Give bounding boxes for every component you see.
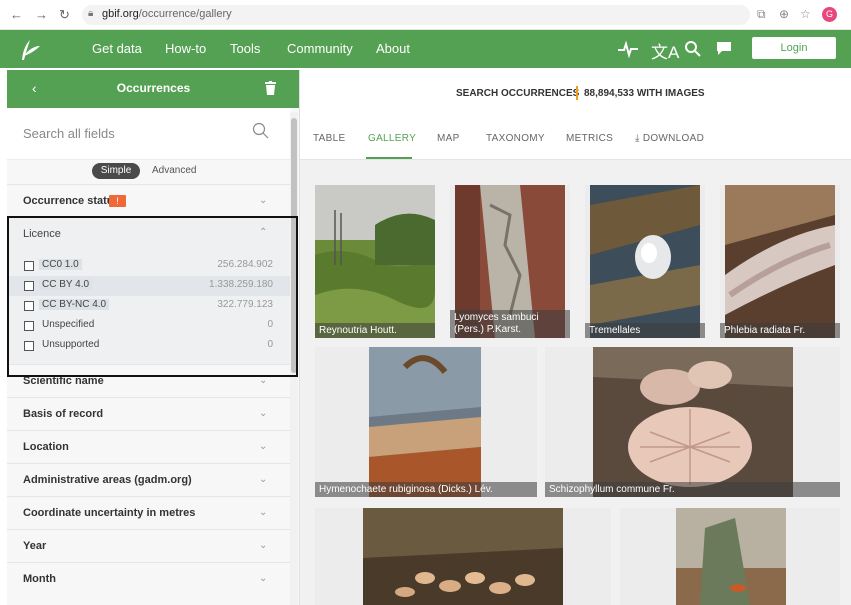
active-tab-indicator: [366, 157, 412, 159]
chevron-down-icon: ⌄: [259, 195, 268, 206]
tab-metrics[interactable]: METRICS: [566, 133, 613, 144]
nav-about[interactable]: About: [376, 41, 410, 56]
nav-get-data[interactable]: Get data: [92, 41, 142, 56]
gallery-image[interactable]: [315, 508, 611, 605]
highlight-annotation: [7, 216, 298, 377]
tab-map[interactable]: MAP: [437, 133, 460, 144]
facet-label: Occurrence status: [23, 195, 120, 207]
gbif-logo-icon[interactable]: [18, 36, 42, 62]
view-tabs: TABLE GALLERY MAP TAXONOMY METRICS ⤓ DOW…: [300, 120, 851, 160]
gallery-image[interactable]: [620, 508, 840, 605]
summary-divider: [576, 86, 578, 100]
split-gill-photo: [593, 347, 793, 497]
sidebar-title: Occurrences: [116, 81, 191, 95]
image-count: 88,894,533 WITH IMAGES: [584, 88, 705, 99]
download-icon: ⤓: [635, 133, 643, 144]
trash-icon[interactable]: [265, 81, 276, 95]
chevron-down-icon: ⌄: [259, 573, 268, 584]
feedback-icon[interactable]: [716, 41, 732, 56]
browser-toolbar: ← → ↻ 🔒︎ gbif.org/occurrence/gallery ⧉ ⊕…: [0, 0, 851, 30]
facet-administrative-areas[interactable]: Administrative areas (gadm.org) ⌄: [7, 463, 291, 496]
chevron-down-icon: ⌄: [259, 474, 268, 485]
url-text: gbif.org/occurrence/gallery: [102, 8, 232, 20]
facet-label: Year: [23, 540, 47, 552]
pulse-icon[interactable]: [618, 40, 638, 58]
gallery-image[interactable]: Schizophyllum commune Fr.: [545, 347, 840, 497]
search-label: SEARCH OCCURRENCES: [456, 88, 580, 99]
gallery-main: SEARCH OCCURRENCES 88,894,533 WITH IMAGE…: [300, 70, 851, 605]
search-icon[interactable]: [252, 122, 270, 140]
login-button[interactable]: Login: [752, 37, 836, 59]
facet-label: Location: [23, 441, 69, 453]
facet-label: Month: [23, 573, 56, 585]
warning-badge: !: [109, 195, 126, 207]
jelly-fungus-photo: [590, 185, 700, 338]
nav-community[interactable]: Community: [287, 41, 353, 56]
translate-page-icon[interactable]: ⧉: [757, 7, 766, 22]
gallery-image[interactable]: Hymenochaete rubiginosa (Dicks.) Lév.: [315, 347, 537, 497]
facet-basis-of-record[interactable]: Basis of record ⌄: [7, 397, 291, 430]
tab-taxonomy[interactable]: TAXONOMY: [486, 133, 545, 144]
gallery-image[interactable]: Lyomyces sambuci (Pers.) P.Karst.: [450, 185, 570, 338]
gallery-image[interactable]: Phlebia radiata Fr.: [720, 185, 840, 338]
bookmark-star-icon[interactable]: ☆: [800, 7, 811, 21]
facet-location[interactable]: Location ⌄: [7, 430, 291, 463]
back-arrow-icon[interactable]: ←: [10, 7, 23, 22]
chevron-down-icon: ⌄: [259, 507, 268, 518]
lock-icon: 🔒︎: [88, 8, 94, 19]
zoom-icon[interactable]: ⊕: [779, 7, 789, 21]
image-caption: Phlebia radiata Fr.: [720, 323, 840, 338]
chevron-down-icon: ⌄: [259, 540, 268, 551]
reload-icon[interactable]: ↻: [59, 7, 70, 23]
translate-icon[interactable]: 文A: [651, 38, 679, 63]
tab-gallery[interactable]: GALLERY: [368, 133, 416, 144]
nav-how-to[interactable]: How-to: [165, 41, 206, 56]
gallery-image[interactable]: Tremellales: [585, 185, 705, 338]
facet-month[interactable]: Month ⌄: [7, 562, 291, 595]
image-caption: Lyomyces sambuci (Pers.) P.Karst.: [450, 310, 570, 338]
image-caption: Hymenochaete rubiginosa (Dicks.) Lév.: [315, 482, 537, 497]
mushroom-cluster-photo: [363, 508, 563, 605]
gallery-image[interactable]: Reynoutria Houtt.: [315, 185, 435, 338]
mode-simple-button[interactable]: Simple: [92, 163, 140, 179]
site-header: Get data How-to Tools Community About 文A…: [0, 30, 851, 68]
facet-year[interactable]: Year ⌄: [7, 529, 291, 562]
image-caption: Schizophyllum commune Fr.: [545, 482, 840, 497]
forward-arrow-icon[interactable]: →: [35, 7, 48, 22]
image-caption: Reynoutria Houtt.: [315, 323, 435, 338]
profile-avatar[interactable]: G: [822, 7, 837, 22]
search-icon[interactable]: [684, 40, 701, 57]
field-photo: [315, 185, 435, 338]
mode-switch: Simple Advanced: [7, 160, 291, 184]
search-input[interactable]: Search all fields: [23, 126, 115, 141]
tab-table[interactable]: TABLE: [313, 133, 345, 144]
mode-advanced-button[interactable]: Advanced: [152, 165, 196, 176]
crust-fungus-photo: [725, 185, 835, 338]
chevron-down-icon: ⌄: [259, 408, 268, 419]
tab-download[interactable]: ⤓ DOWNLOAD: [635, 133, 704, 144]
facet-coordinate-uncertainty[interactable]: Coordinate uncertainty in metres ⌄: [7, 496, 291, 529]
image-caption: Tremellales: [585, 323, 705, 338]
nav-tools[interactable]: Tools: [230, 41, 260, 56]
search-field[interactable]: Search all fields: [7, 108, 291, 160]
sidebar-header: ‹ Occurrences: [7, 70, 299, 108]
tree-stump-photo: [676, 508, 786, 605]
chevron-down-icon: ⌄: [259, 441, 268, 452]
address-bar[interactable]: 🔒︎ gbif.org/occurrence/gallery: [82, 5, 750, 25]
facet-occurrence-status[interactable]: Occurrence status ! ⌄: [7, 184, 291, 217]
tab-label: DOWNLOAD: [642, 133, 705, 144]
facet-label: Basis of record: [23, 408, 104, 420]
search-summary: SEARCH OCCURRENCES 88,894,533 WITH IMAGE…: [300, 70, 851, 120]
bracket-fungus-photo: [369, 347, 481, 497]
facet-label: Coordinate uncertainty in metres: [23, 507, 196, 519]
facet-label: Administrative areas (gadm.org): [23, 474, 192, 486]
